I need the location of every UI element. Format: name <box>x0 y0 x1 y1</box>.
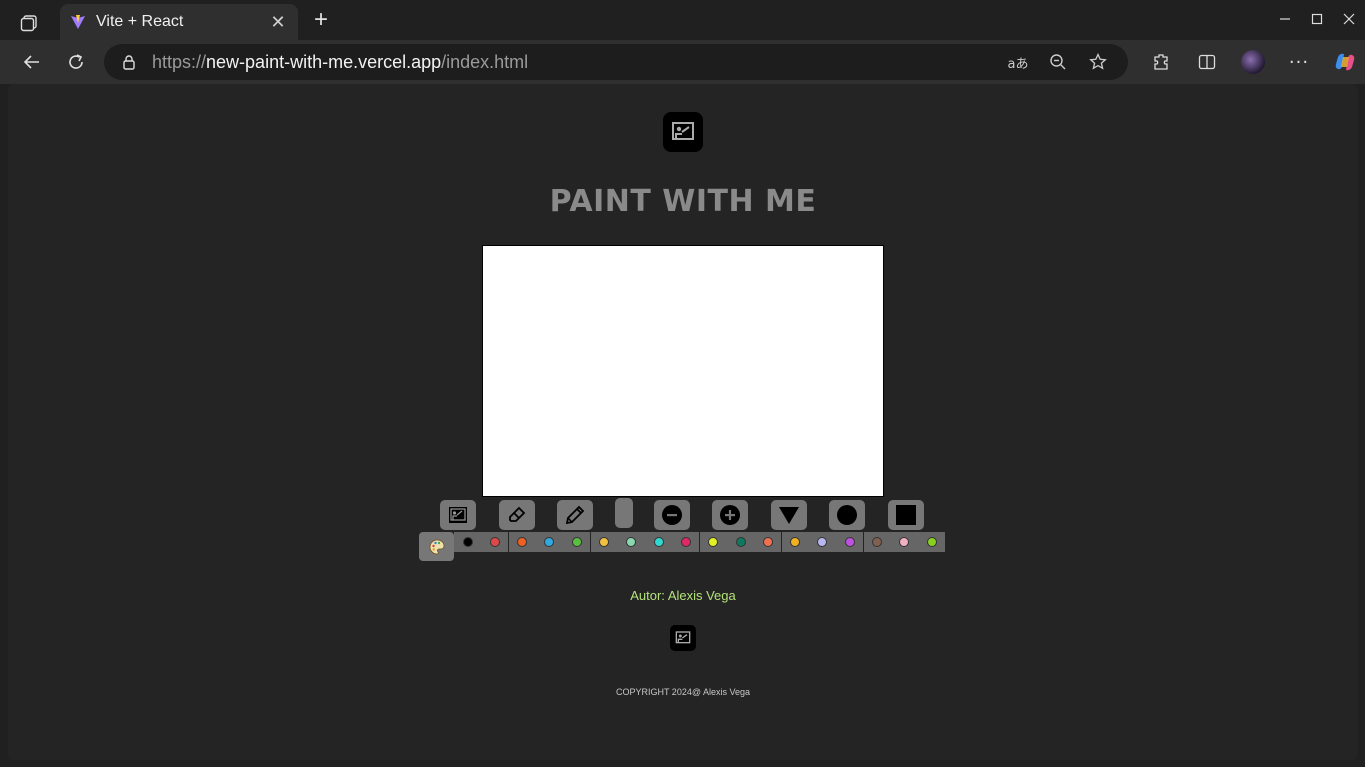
tool-bar <box>8 498 1358 532</box>
color-swatch[interactable] <box>563 532 591 552</box>
color-swatch-dot <box>926 537 937 547</box>
color-swatch-dot <box>680 537 691 547</box>
circle-shape-button[interactable] <box>829 500 865 530</box>
color-swatch[interactable] <box>781 532 809 552</box>
color-swatch-dot <box>872 537 882 547</box>
color-swatch-dot <box>708 537 719 547</box>
color-swatch-dot <box>599 537 609 547</box>
author-credit: Autor: Alexis Vega <box>630 588 736 603</box>
drawing-canvas[interactable] <box>482 245 884 497</box>
window-controls <box>1269 0 1365 40</box>
refresh-icon[interactable] <box>61 48 91 76</box>
zoom-out-icon[interactable] <box>1038 50 1078 74</box>
browser-toolbar: https://new-paint-with-me.vercel.app/ind… <box>0 40 1365 84</box>
new-tab-button[interactable]: + <box>308 8 334 34</box>
triangle-shape-button[interactable] <box>771 500 807 530</box>
decrease-size-button[interactable] <box>654 500 690 530</box>
translate-icon[interactable]: aあ <box>998 50 1038 74</box>
footer-logo-icon <box>670 625 696 651</box>
minus-circle-icon <box>662 505 682 525</box>
pencil-button[interactable] <box>557 500 593 530</box>
copyright-text: COPYRIGHT 2024@ Alexis Vega <box>615 687 751 697</box>
circle-icon <box>837 505 857 525</box>
color-swatch[interactable] <box>808 532 836 552</box>
color-swatch[interactable] <box>918 532 946 552</box>
close-tab-icon[interactable]: ✕ <box>268 12 288 33</box>
address-bar[interactable]: https://new-paint-with-me.vercel.app/ind… <box>104 44 1128 80</box>
profile-avatar[interactable] <box>1230 48 1276 76</box>
favorite-star-icon[interactable] <box>1078 50 1118 74</box>
tab-actions-icon[interactable] <box>14 10 44 36</box>
color-swatch-dot <box>653 537 664 547</box>
color-swatch[interactable] <box>890 532 918 552</box>
url-text: https://new-paint-with-me.vercel.app/ind… <box>152 51 529 72</box>
color-swatch-dot <box>790 537 801 547</box>
pencil-icon <box>565 505 585 525</box>
eraser-icon <box>509 506 526 522</box>
square-shape-button[interactable] <box>888 500 924 530</box>
browser-tab[interactable]: Vite + React ✕ <box>60 4 298 40</box>
color-palette <box>8 532 1358 562</box>
color-swatch-dot <box>626 537 637 547</box>
page-title: PAINT WITH ME <box>549 184 817 219</box>
color-swatch[interactable] <box>617 532 645 552</box>
more-options-icon[interactable]: ··· <box>1276 48 1322 76</box>
color-swatch[interactable] <box>535 532 563 552</box>
triangle-icon <box>779 507 799 524</box>
color-swatch-dot <box>762 537 773 547</box>
title-bar: Vite + React ✕ + <box>0 0 1365 40</box>
color-swatch[interactable] <box>645 532 673 552</box>
color-swatch[interactable] <box>754 532 782 552</box>
color-swatch-dot <box>489 537 500 547</box>
color-swatch[interactable] <box>727 532 754 552</box>
copilot-icon[interactable] <box>1322 48 1365 76</box>
increase-size-button[interactable] <box>712 500 748 530</box>
minimize-icon[interactable] <box>1269 0 1301 38</box>
color-swatch[interactable] <box>672 532 700 552</box>
color-swatch-dot <box>544 537 555 547</box>
color-swatch-dot <box>817 537 828 547</box>
maximize-icon[interactable] <box>1301 0 1333 38</box>
color-swatch-dot <box>571 537 582 547</box>
color-swatch[interactable] <box>863 532 891 552</box>
extensions-icon[interactable] <box>1138 48 1184 76</box>
page-viewport: PAINT WITH ME Autor: Alexis Vega COPYRIG… <box>8 84 1358 760</box>
split-screen-icon[interactable] <box>1184 48 1230 76</box>
color-swatch-dot <box>844 537 855 547</box>
color-swatch-dot <box>462 537 473 547</box>
color-swatch-dot <box>517 537 528 547</box>
color-swatch[interactable] <box>454 532 481 552</box>
vite-icon <box>71 15 85 29</box>
back-icon[interactable] <box>17 48 47 76</box>
brush-size-indicator[interactable] <box>615 498 633 528</box>
toolbar-right: ··· <box>1138 48 1365 76</box>
color-swatch[interactable] <box>699 532 727 552</box>
eraser-button[interactable] <box>499 500 535 530</box>
address-bar-actions: aあ <box>998 50 1118 74</box>
lock-icon[interactable] <box>120 53 138 71</box>
app-logo-icon <box>663 112 703 152</box>
color-swatch[interactable] <box>481 532 509 552</box>
color-swatch[interactable] <box>508 532 536 552</box>
palette-button[interactable] <box>419 532 454 561</box>
color-swatch-dot <box>899 537 910 547</box>
square-icon <box>896 505 916 525</box>
color-swatch-dot <box>735 537 746 547</box>
close-window-icon[interactable] <box>1333 0 1365 38</box>
easel-tool-button[interactable] <box>440 500 476 530</box>
palette-icon <box>429 539 444 554</box>
plus-circle-icon <box>720 505 740 525</box>
color-swatch[interactable] <box>590 532 618 552</box>
color-swatch[interactable] <box>836 532 864 552</box>
easel-icon <box>449 507 467 523</box>
tab-title: Vite + React <box>96 13 184 30</box>
